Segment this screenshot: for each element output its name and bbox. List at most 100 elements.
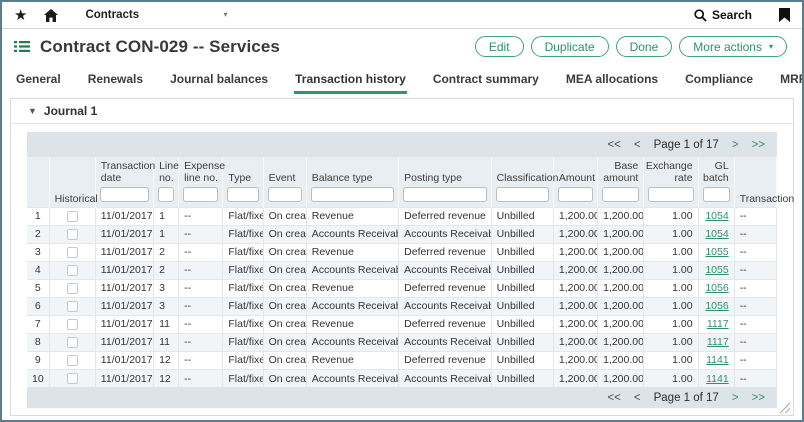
gl-batch-link[interactable]: 1055 xyxy=(705,246,728,258)
column-label: Transaction date xyxy=(96,157,153,186)
base-amount-cell: 1,200.00 xyxy=(598,351,644,369)
exchange-rate-cell: 1.00 xyxy=(644,243,698,261)
column-label: Line no. xyxy=(154,157,178,186)
bookmark-icon[interactable] xyxy=(779,8,790,22)
column-header-type[interactable]: Type xyxy=(223,157,263,207)
first-page-button[interactable]: << xyxy=(607,139,620,151)
table-row: 811/01/201711--Flat/fixedOn createAccoun… xyxy=(27,333,777,351)
gl-batch-link[interactable]: 1117 xyxy=(707,318,729,330)
exchange-rate-cell: 1.00 xyxy=(644,315,698,333)
historical-checkbox[interactable] xyxy=(67,283,78,294)
search-control[interactable]: Search xyxy=(694,8,752,22)
column-header-transaction[interactable]: Transaction xyxy=(734,157,776,207)
filter-balance-type-input[interactable] xyxy=(311,187,394,202)
journal-section-header[interactable]: ▼ Journal 1 xyxy=(11,99,793,124)
favorites-star-icon[interactable]: ★ xyxy=(14,8,27,23)
column-header-gl-batch[interactable]: GL batch xyxy=(698,157,734,207)
filter-event-input[interactable] xyxy=(268,187,302,202)
historical-checkbox[interactable] xyxy=(67,337,78,348)
tab-general[interactable]: General xyxy=(15,64,62,94)
first-page-button[interactable]: << xyxy=(607,392,620,404)
module-dropdown[interactable]: Contracts ▾ xyxy=(85,9,227,21)
tab-mea-allocations[interactable]: MEA allocations xyxy=(565,64,659,94)
base-amount-cell: 1,200.00 xyxy=(598,315,644,333)
column-label: Type xyxy=(223,162,262,186)
filter-classification-input[interactable] xyxy=(496,187,549,202)
type-cell: Flat/fixed xyxy=(223,225,263,243)
column-header-amount[interactable]: Amount xyxy=(553,157,597,207)
duplicate-button[interactable]: Duplicate xyxy=(531,36,609,57)
gl-batch-link[interactable]: 1054 xyxy=(705,210,728,222)
event-cell: On create xyxy=(263,297,306,315)
historical-checkbox[interactable] xyxy=(67,265,78,276)
gl-batch-link[interactable]: 1054 xyxy=(705,228,728,240)
column-header-posting-type[interactable]: Posting type xyxy=(399,157,491,207)
line-no-cell: 11 xyxy=(154,333,179,351)
column-header-expense-line-no[interactable]: Expense line no. xyxy=(179,157,223,207)
tab-renewals[interactable]: Renewals xyxy=(87,64,144,94)
tab-journal-balances[interactable]: Journal balances xyxy=(169,64,269,94)
next-page-button[interactable]: > xyxy=(732,392,739,404)
historical-cell xyxy=(49,261,95,279)
historical-checkbox[interactable] xyxy=(67,211,78,222)
column-header-event[interactable]: Event xyxy=(263,157,306,207)
line-no-cell: 12 xyxy=(154,351,179,369)
gl-batch-link[interactable]: 1056 xyxy=(705,282,728,294)
classification-cell: Unbilled xyxy=(491,279,553,297)
tab-mrr-history[interactable]: MRR history xyxy=(779,64,804,94)
column-header-base-amount[interactable]: Base amount xyxy=(598,157,644,207)
historical-checkbox[interactable] xyxy=(67,301,78,312)
column-header-transaction-date[interactable]: Transaction date xyxy=(95,157,153,207)
posting-type-cell: Deferred revenue xyxy=(399,315,491,333)
column-header-exchange-rate[interactable]: Exchange rate xyxy=(644,157,698,207)
last-page-button[interactable]: >> xyxy=(752,392,765,404)
historical-cell xyxy=(49,243,95,261)
home-icon[interactable] xyxy=(44,9,58,22)
gl-batch-link[interactable]: 1056 xyxy=(705,300,728,312)
line-no-cell: 3 xyxy=(154,279,179,297)
filter-type-input[interactable] xyxy=(227,187,258,202)
type-cell: Flat/fixed xyxy=(223,261,263,279)
column-label: Base amount xyxy=(598,157,643,186)
filter-expense-line-no-input[interactable] xyxy=(183,187,218,202)
last-page-button[interactable]: >> xyxy=(752,139,765,151)
filter-exchange-rate-input[interactable] xyxy=(648,187,693,202)
column-header-balance-type[interactable]: Balance type xyxy=(306,157,398,207)
edit-button[interactable]: Edit xyxy=(475,36,524,57)
filter-transaction-date-input[interactable] xyxy=(100,187,149,202)
historical-checkbox[interactable] xyxy=(67,373,78,384)
filter-gl-batch-input[interactable] xyxy=(703,187,730,202)
tab-transaction-history[interactable]: Transaction history xyxy=(294,64,407,94)
posting-type-cell: Deferred revenue xyxy=(399,243,491,261)
prev-page-button[interactable]: < xyxy=(634,392,641,404)
column-header-line-no[interactable]: Line no. xyxy=(154,157,179,207)
gl-batch-link[interactable]: 1117 xyxy=(707,336,729,348)
expense-line-no-cell: -- xyxy=(179,351,223,369)
tab-compliance[interactable]: Compliance xyxy=(684,64,754,94)
filter-posting-type-input[interactable] xyxy=(403,187,486,202)
resize-grip[interactable] xyxy=(779,402,790,413)
gl-batch-link[interactable]: 1141 xyxy=(706,373,729,385)
base-amount-cell: 1,200.00 xyxy=(598,279,644,297)
done-button[interactable]: Done xyxy=(616,36,673,57)
record-list-icon[interactable] xyxy=(14,40,30,53)
gl-batch-link[interactable]: 1055 xyxy=(705,264,728,276)
more-actions-button[interactable]: More actions▾ xyxy=(679,36,787,57)
balance-type-cell: Accounts Receivable xyxy=(306,297,398,315)
transaction-cell: -- xyxy=(734,297,776,315)
app-window: ★ Contracts ▾ Search Contract CON-029 --… xyxy=(0,0,804,422)
posting-type-cell: Deferred revenue xyxy=(399,279,491,297)
historical-checkbox[interactable] xyxy=(67,247,78,258)
filter-line-no-input[interactable] xyxy=(158,187,174,202)
column-header-classification[interactable]: Classification xyxy=(491,157,553,207)
historical-checkbox[interactable] xyxy=(67,319,78,330)
column-header-historical[interactable]: Historical xyxy=(49,157,95,207)
gl-batch-link[interactable]: 1141 xyxy=(706,354,729,366)
historical-checkbox[interactable] xyxy=(67,229,78,240)
historical-checkbox[interactable] xyxy=(67,355,78,366)
filter-base-amount-input[interactable] xyxy=(602,187,639,202)
prev-page-button[interactable]: < xyxy=(634,139,641,151)
filter-amount-input[interactable] xyxy=(558,187,593,202)
next-page-button[interactable]: > xyxy=(732,139,739,151)
tab-contract-summary[interactable]: Contract summary xyxy=(432,64,540,94)
